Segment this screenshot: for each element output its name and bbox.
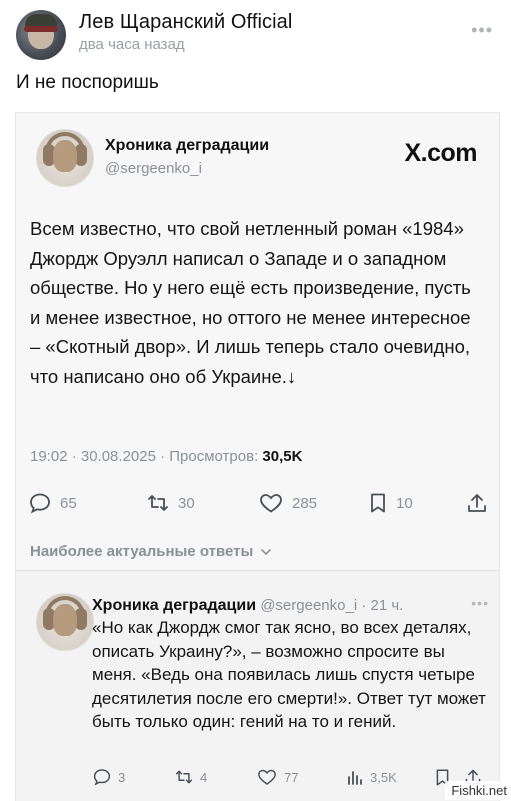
reply-like-action: 77 — [256, 766, 298, 788]
share-action[interactable] — [466, 490, 488, 516]
reply-icon — [92, 768, 112, 786]
tweet-author-name: Хроника деградации — [105, 137, 270, 154]
reply-author-name: Хроника деградации — [92, 597, 257, 614]
retweet-count: 30 — [178, 494, 195, 512]
post-time: два часа назад — [79, 36, 185, 53]
reply-header: Хроника деградации @sergeenko_i · 21 ч. — [92, 597, 403, 615]
retweet-icon — [174, 768, 194, 786]
reply-icon — [28, 492, 52, 514]
reply-avatar — [36, 593, 94, 651]
embedded-screenshot[interactable]: Хроника деградации @sergeenko_i X.com Вс… — [15, 112, 500, 801]
reply-handle-time: @sergeenko_i · 21 ч. — [260, 597, 404, 614]
reply-retweet-count: 4 — [200, 769, 208, 785]
post-text: И не поспоришь — [16, 72, 159, 93]
like-action[interactable]: 285 — [258, 490, 317, 516]
most-relevant-replies-toggle[interactable]: Наиболее актуальные ответы — [30, 543, 272, 561]
bookmark-action[interactable]: 10 — [368, 490, 413, 516]
tweet-avatar — [36, 129, 94, 187]
share-icon — [466, 492, 488, 514]
bookmark-icon — [368, 492, 388, 514]
chevron-down-icon — [260, 544, 272, 561]
more-options-icon[interactable]: ••• — [471, 20, 493, 41]
reply-reply-action: 3 — [92, 766, 125, 788]
tweet-body: Всем известно, что свой нетленный роман … — [30, 218, 471, 387]
watermark: Fishki.net — [445, 781, 511, 800]
post-header: Лев Щаранский Official два часа назад ••… — [16, 10, 495, 62]
reply-count: 65 — [60, 494, 77, 512]
heart-icon — [256, 768, 278, 786]
like-count: 285 — [292, 494, 318, 512]
retweet-icon — [146, 492, 170, 514]
reply-reply-count: 3 — [118, 769, 126, 785]
reply-like-count: 77 — [284, 769, 299, 785]
x-logo: X.com — [404, 139, 477, 167]
reply-views-count: 3,5K — [370, 769, 397, 785]
reply-body: «Но как Джордж смог так ясно, во всех де… — [92, 618, 486, 732]
bookmark-count: 10 — [396, 494, 413, 512]
reply-more-icon: ••• — [471, 595, 489, 611]
reply-views-action: 3,5K — [346, 766, 397, 788]
reply-retweet-action: 4 — [174, 766, 207, 788]
most-relevant-replies-label: Наиболее актуальные ответы — [30, 543, 254, 560]
tweet-actions: 65 30 285 10 — [28, 490, 488, 516]
heart-icon — [258, 492, 284, 514]
tweet-author-handle: @sergeenko_i — [105, 160, 202, 177]
retweet-action[interactable]: 30 — [146, 490, 195, 516]
bar-chart-icon — [346, 768, 364, 786]
reply-action[interactable]: 65 — [28, 490, 77, 516]
tweet-views-count: 30,5K — [262, 448, 303, 465]
tweet-date-views-label: 19:02 · 30.08.2025 · Просмотров: — [30, 448, 263, 465]
reply-actions: 3 4 77 3,5K — [92, 766, 492, 788]
tweet-meta: 19:02 · 30.08.2025 · Просмотров: 30,5K — [30, 448, 302, 465]
author-avatar[interactable] — [16, 10, 66, 60]
author-name[interactable]: Лев Щаранский Official — [79, 11, 292, 34]
